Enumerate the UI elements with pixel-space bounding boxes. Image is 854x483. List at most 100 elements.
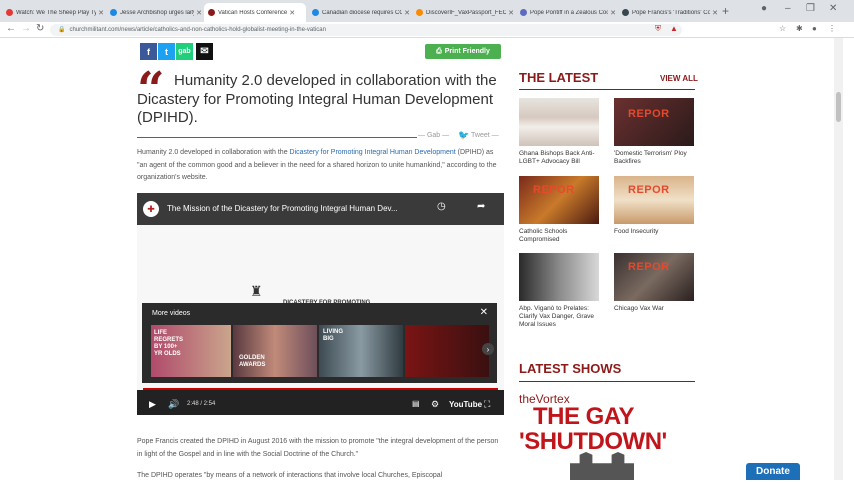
video-thumbnail[interactable]: GOLDEN AWARDS: [233, 325, 317, 377]
story-image[interactable]: [519, 98, 599, 146]
paragraph-text: Humanity 2.0 developed in collaboration …: [137, 149, 290, 156]
tab-title: Vatican Hosts Conference: [218, 9, 288, 16]
tab-favicon: [110, 9, 117, 16]
facebook-icon: f: [147, 46, 150, 57]
url-field[interactable]: 🔒 churchmilitant.com/news/article/catholi…: [50, 24, 682, 36]
url-text: churchmilitant.com/news/article/catholic…: [69, 27, 326, 33]
browser-tab[interactable]: Pope Francis's 'Traditions' Cons ✕: [618, 3, 718, 22]
close-icon[interactable]: ✕: [480, 307, 488, 318]
story-caption[interactable]: Ghana Bishops Back Anti-LGBT+ Advocacy B…: [519, 150, 603, 166]
story-image[interactable]: [519, 253, 599, 301]
close-icon[interactable]: ✕: [98, 9, 104, 17]
thumbnail-text: GOLDEN AWARDS: [239, 355, 266, 368]
video-thumbnail[interactable]: LIFE REGRETS BY 100+ YR OLDS: [151, 325, 231, 377]
thumbnail-text: LIFE REGRETS BY 100+ YR OLDS: [154, 330, 184, 357]
story-image[interactable]: REPOR: [519, 176, 599, 224]
warning-icon[interactable]: ▲: [670, 24, 678, 33]
story-caption[interactable]: Food Insecurity: [614, 228, 698, 236]
close-icon[interactable]: ✕: [289, 9, 295, 17]
report-banner: REPOR: [533, 184, 575, 196]
latest-section-title: THE LATEST: [519, 70, 599, 85]
maximize-button[interactable]: ❐: [806, 3, 815, 14]
close-icon[interactable]: ✕: [610, 9, 616, 17]
report-banner: REPOR: [628, 261, 670, 273]
story-caption[interactable]: Chicago Vax War: [614, 305, 698, 313]
article-paragraph: Pope Francis created the DPIHD in August…: [137, 438, 499, 458]
view-all-link[interactable]: VIEW ALL: [660, 74, 698, 83]
forward-icon[interactable]: →: [21, 23, 31, 34]
browser-tab[interactable]: Pope Pontiff in a Zealous Coo ✕: [516, 3, 616, 22]
scrollbar-thumb[interactable]: [836, 92, 841, 122]
captions-icon[interactable]: ▤: [412, 399, 420, 408]
minimize-button[interactable]: –: [785, 3, 791, 14]
channel-logo[interactable]: ✚: [143, 201, 159, 217]
story-image[interactable]: REPOR: [614, 176, 694, 224]
donate-button[interactable]: Donate: [746, 463, 800, 480]
lock-icon: 🔒: [58, 27, 66, 33]
menu-icon[interactable]: ⋮: [828, 24, 836, 33]
facebook-share-button[interactable]: f: [140, 43, 157, 60]
fullscreen-icon[interactable]: ⛶: [484, 399, 490, 410]
browser-tab[interactable]: Canadian diocese requires COV ✕: [308, 3, 410, 22]
article-paragraph: Humanity 2.0 developed in collaboration …: [137, 147, 503, 185]
tab-title: Pope Pontiff in a Zealous Coo: [530, 9, 609, 16]
browser-tab[interactable]: DiscoverIF_VaxPassport_FECO ✕: [412, 3, 514, 22]
email-share-button[interactable]: ✉: [196, 43, 213, 60]
back-icon[interactable]: ←: [6, 23, 16, 34]
gab-share-button[interactable]: gab: [176, 43, 193, 60]
new-tab-button[interactable]: +: [722, 4, 729, 18]
email-icon: ✉: [200, 46, 209, 57]
extensions-icon[interactable]: ✱: [796, 24, 803, 33]
story-caption[interactable]: 'Domestic Terrorism' Ploy Backfires: [614, 150, 698, 166]
play-icon[interactable]: ▶: [149, 399, 156, 410]
report-banner: REPOR: [628, 108, 670, 120]
chevron-right-icon[interactable]: ›: [482, 343, 494, 355]
address-bar: ← → ↻ 🔒 churchmilitant.com/news/article/c…: [0, 22, 854, 38]
more-videos-label: More videos: [152, 310, 191, 317]
close-icon[interactable]: ✕: [196, 9, 202, 17]
browser-tab[interactable]: Watch: We The Sheep Play Ty Yo ✕: [2, 3, 104, 22]
share-icon[interactable]: ➦: [477, 201, 485, 212]
settings-icon[interactable]: ⚙: [431, 399, 439, 410]
video-title[interactable]: The Mission of the Dicastery for Promoti…: [167, 204, 398, 213]
story-image[interactable]: REPOR: [614, 98, 694, 146]
divider: [137, 137, 417, 138]
gab-link[interactable]: — Gab —: [418, 132, 449, 139]
story-caption[interactable]: Catholic Schools Compromised: [519, 228, 603, 244]
show-headline[interactable]: 'SHUTDOWN': [519, 428, 667, 456]
tab-title: Pope Francis's 'Traditions' Cons: [632, 9, 711, 16]
tab-title: Canadian diocese requires COV: [322, 9, 403, 16]
video-thumbnail[interactable]: LIVING BIG: [319, 325, 403, 377]
browser-tab-active[interactable]: Vatican Hosts Conference ✕: [204, 3, 306, 22]
show-headline[interactable]: THE GAY: [533, 403, 634, 431]
youtube-logo[interactable]: YouTube: [449, 400, 482, 409]
close-icon[interactable]: ✕: [404, 9, 410, 17]
tab-title: Jesse Archbishop urges laity to: [120, 9, 194, 16]
story-caption[interactable]: Abp. Viganò to Prelates: Clarify Vax Dan…: [519, 305, 603, 329]
reload-icon[interactable]: ↻: [36, 23, 44, 34]
twitter-share-button[interactable]: t: [158, 43, 175, 60]
latest-shows-title: LATEST SHOWS: [519, 361, 622, 376]
gab-icon: gab: [178, 48, 191, 55]
print-label: Print Friendly: [444, 48, 490, 55]
print-friendly-button[interactable]: ⎙ Print Friendly: [425, 44, 501, 59]
shield-icon[interactable]: ⛨: [655, 24, 661, 34]
pull-quote: “ Humanity 2.0 developed in collaboratio…: [137, 66, 507, 128]
tab-favicon: [6, 9, 13, 16]
account-icon[interactable]: ●: [761, 3, 767, 14]
profile-icon[interactable]: ●: [812, 24, 817, 33]
tweet-link[interactable]: Tweet —: [471, 132, 499, 139]
dicastery-link[interactable]: Dicastery for Promoting Integral Human D…: [290, 149, 456, 156]
close-icon[interactable]: ✕: [508, 9, 514, 17]
video-time: 2:48 / 2:54: [187, 401, 216, 407]
browser-tab[interactable]: Jesse Archbishop urges laity to ✕: [106, 3, 202, 22]
close-icon[interactable]: ✕: [712, 9, 718, 17]
printer-icon: ⎙: [436, 47, 442, 55]
tab-favicon: [208, 9, 215, 16]
video-thumbnail[interactable]: [405, 325, 489, 377]
star-icon[interactable]: ☆: [779, 24, 786, 33]
watch-later-icon[interactable]: ◷: [437, 201, 446, 212]
volume-icon[interactable]: 🔊: [168, 399, 179, 410]
story-image[interactable]: REPOR: [614, 253, 694, 301]
close-window-button[interactable]: ✕: [829, 3, 837, 14]
